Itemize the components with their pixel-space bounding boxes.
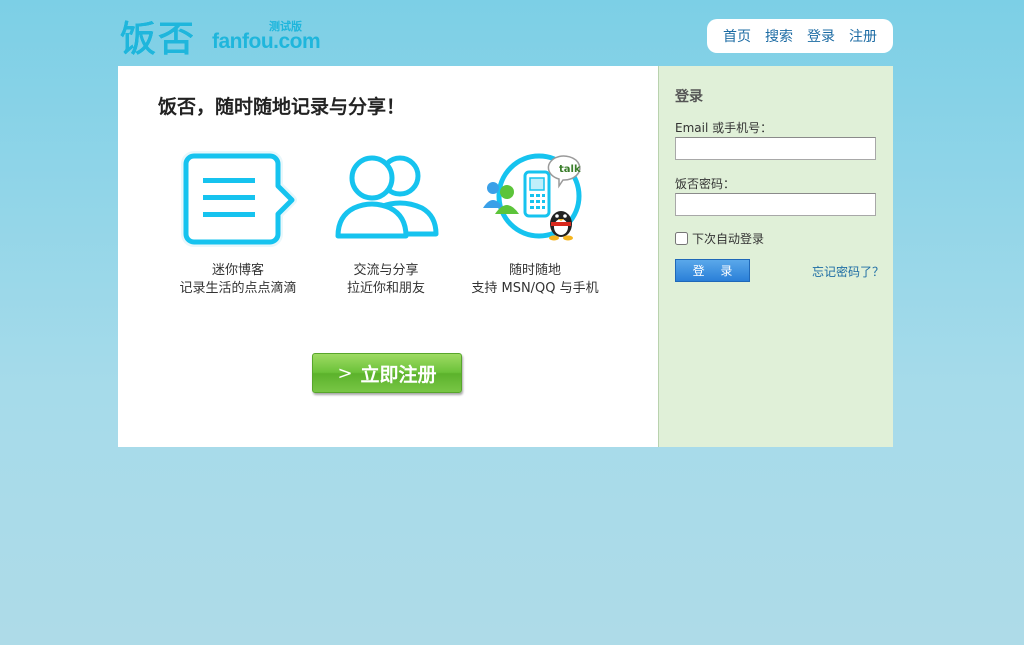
nav-home-link[interactable]: 首页 [723, 26, 751, 46]
feature-mobile: talk 随时随地 支持 MSN/QQ 与手机 [460, 148, 610, 298]
logo-chinese: 饭否 [120, 19, 197, 60]
logo-domain: fanfou.com [212, 30, 321, 53]
page-headline: 饭否，随时随地记录与分享！ [158, 96, 406, 118]
remember-me-checkbox[interactable] [675, 232, 688, 245]
top-nav: 首页 搜索 登录 注册 [707, 19, 893, 53]
register-now-button[interactable]: > 立即注册 [312, 353, 462, 393]
feature-title: 随时随地 [508, 263, 561, 278]
feature-share: 交流与分享 拉近你和朋友 [311, 148, 461, 298]
email-label: Email 或手机号： [675, 121, 773, 135]
chevron-right-icon: > [337, 362, 353, 384]
feature-subtitle: 拉近你和朋友 [346, 281, 425, 296]
login-title: 登录 [675, 89, 703, 105]
login-button[interactable]: 登 录 [675, 259, 750, 282]
nav-register-link[interactable]: 注册 [849, 26, 877, 46]
speech-bubble-icon [181, 151, 297, 247]
feature-title: 交流与分享 [353, 263, 419, 278]
site-logo[interactable]: 饭否 测试版 fanfou.com [120, 10, 321, 60]
register-now-label: 立即注册 [360, 363, 437, 386]
feature-subtitle: 记录生活的点点滴滴 [179, 281, 297, 296]
feature-microblog: 迷你博客 记录生活的点点滴滴 [163, 148, 313, 298]
email-field[interactable] [675, 137, 876, 160]
feature-subtitle: 支持 MSN/QQ 与手机 [471, 281, 599, 296]
im-phone-icon: talk [483, 153, 582, 241]
remember-me-row: 下次自动登录 [675, 230, 764, 247]
people-icon [335, 155, 439, 239]
intro-panel: 饭否，随时随地记录与分享！ 迷你博客 记录生活的点点滴滴 交流与分享 拉近你和朋… [118, 66, 658, 447]
nav-login-link[interactable]: 登录 [807, 26, 835, 46]
talk-badge: talk [559, 164, 581, 175]
remember-me-label: 下次自动登录 [692, 232, 765, 246]
feature-title: 迷你博客 [211, 263, 264, 278]
password-field[interactable] [675, 193, 876, 216]
login-sidebar: 登录 Email 或手机号： 饭否密码： 下次自动登录 登 录 忘记密码了？ [658, 66, 893, 447]
forgot-password-link[interactable]: 忘记密码了？ [812, 263, 884, 280]
nav-search-link[interactable]: 搜索 [765, 26, 793, 46]
password-label: 饭否密码： [675, 177, 736, 191]
